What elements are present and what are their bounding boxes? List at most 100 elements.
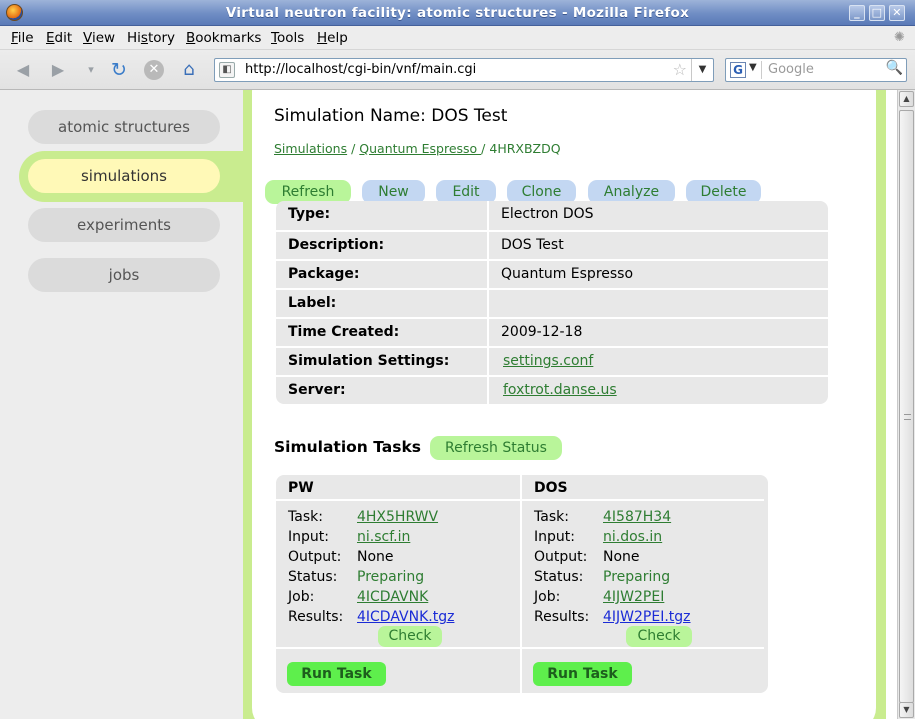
sidebar-item-experiments[interactable]: experiments (28, 208, 220, 242)
scroll-down-icon[interactable]: ▼ (899, 702, 914, 718)
column-divider (276, 647, 520, 649)
search-engine-selector[interactable]: G ▼ (728, 61, 762, 79)
input-value: ni.dos.in (603, 527, 662, 547)
run-task-button[interactable]: Run Task (287, 662, 386, 686)
field-label: Job: (288, 589, 315, 605)
menu-file-key: F (11, 30, 18, 46)
output-value: None (603, 549, 640, 565)
job-link[interactable]: 4IJW2PEI (603, 589, 664, 605)
scroll-grip (904, 414, 911, 420)
url-bar[interactable]: ◧ http://localhost/cgi-bin/vnf/main.cgi … (214, 58, 714, 82)
stop-icon[interactable]: ✕ (144, 60, 164, 80)
job-link[interactable]: 4ICDAVNK (357, 589, 428, 605)
sidebar-item-jobs[interactable]: jobs (28, 258, 220, 292)
check-button[interactable]: Check (378, 626, 442, 647)
input-link[interactable]: ni.dos.in (603, 529, 662, 545)
info-key: Simulation Settings: (276, 348, 489, 375)
menu-view-rest: iew (91, 30, 116, 46)
sidebar-item-simulations[interactable]: simulations (28, 159, 220, 193)
window-titlebar: Virtual neutron facility: atomic structu… (0, 0, 915, 26)
results-value: 4IJW2PEI.tgz (603, 607, 691, 627)
main-content: Simulation Name: DOS Test Simulations / … (252, 90, 876, 719)
menu-help-key: H (317, 30, 328, 46)
page-title: Simulation Name: DOS Test (274, 106, 508, 126)
field-label: Status: (534, 569, 584, 585)
settings-link[interactable]: settings.conf (503, 353, 593, 369)
input-link[interactable]: ni.scf.in (357, 529, 410, 545)
breadcrumb: Simulations / Quantum Espresso / 4HRXBZD… (274, 141, 561, 156)
task-column-header: DOS (522, 475, 764, 501)
url-dropdown-icon[interactable]: ▼ (691, 59, 713, 81)
results-link[interactable]: 4IJW2PEI.tgz (603, 609, 691, 625)
scroll-thumb[interactable] (899, 110, 914, 703)
run-task-button[interactable]: Run Task (533, 662, 632, 686)
info-value: settings.conf (491, 348, 593, 375)
engine-dropdown-icon: ▼ (749, 62, 757, 73)
simulation-info-table: Type: Electron DOS Description: DOS Test… (276, 201, 828, 404)
menu-tools[interactable]: Tools (271, 30, 304, 46)
breadcrumb-separator: / (481, 141, 486, 156)
breadcrumb-quantum-espresso[interactable]: Quantum Espresso (359, 141, 481, 156)
field-label: Input: (534, 529, 575, 545)
breadcrumb-simulations[interactable]: Simulations (274, 141, 347, 156)
menu-bookmarks[interactable]: Bookmarks (186, 30, 261, 46)
task-link[interactable]: 4HX5HRWV (357, 509, 438, 525)
menu-view-key: V (83, 30, 92, 46)
field-label: Output: (534, 549, 588, 565)
menu-bar: File Edit View History Bookmarks Tools H… (0, 26, 915, 50)
menu-file[interactable]: File (11, 30, 34, 46)
home-icon[interactable]: ⌂ (178, 59, 200, 81)
menu-tools-rest: ools (276, 30, 305, 46)
reload-icon[interactable]: ↻ (108, 59, 130, 81)
sidebar: atomic structures simulations experiment… (0, 90, 245, 719)
history-dropdown-icon[interactable]: ▾ (80, 59, 102, 81)
field-label: Task: (288, 509, 323, 525)
output-value: None (357, 549, 394, 565)
bookmark-star-icon[interactable]: ☆ (673, 60, 687, 79)
minimize-button[interactable]: _ (849, 5, 865, 21)
menu-edit[interactable]: Edit (46, 30, 72, 46)
info-key: Package: (276, 261, 489, 288)
info-row-time-created: Time Created: 2009-12-18 (276, 317, 828, 346)
info-value: 2009-12-18 (501, 324, 583, 340)
menu-history-key: s (140, 30, 148, 46)
forward-icon[interactable]: ▶ (47, 59, 69, 81)
back-icon[interactable]: ◀ (12, 59, 34, 81)
url-text[interactable]: http://localhost/cgi-bin/vnf/main.cgi (245, 62, 476, 77)
field-label: Input: (288, 529, 329, 545)
window-title: Virtual neutron facility: atomic structu… (225, 5, 690, 21)
search-bar[interactable]: G ▼ Google 🔍 (725, 58, 907, 82)
field-label: Task: (534, 509, 569, 525)
close-button[interactable]: ✕ (889, 5, 905, 21)
field-label: Status: (288, 569, 338, 585)
google-icon: G (730, 62, 746, 78)
results-value: 4ICDAVNK.tgz (357, 607, 454, 627)
search-icon[interactable]: 🔍 (886, 60, 903, 76)
vertical-scrollbar[interactable]: ▲ ▼ (897, 90, 915, 719)
scroll-up-icon[interactable]: ▲ (899, 91, 914, 107)
main-frame: Simulation Name: DOS Test Simulations / … (243, 90, 886, 719)
check-button[interactable]: Check (626, 626, 692, 647)
sidebar-item-atomic-structures[interactable]: atomic structures (28, 110, 220, 144)
menu-help[interactable]: Help (317, 30, 348, 46)
search-input[interactable]: Google (768, 62, 814, 77)
field-label: Job: (534, 589, 561, 605)
task-id-value: 4HX5HRWV (357, 507, 438, 527)
server-link[interactable]: foxtrot.danse.us (503, 382, 617, 398)
menu-view[interactable]: View (83, 30, 115, 46)
site-identity-icon[interactable]: ◧ (219, 62, 235, 78)
job-value: 4IJW2PEI (603, 587, 664, 607)
field-label: Results: (534, 609, 590, 625)
menu-history[interactable]: History (127, 30, 175, 46)
column-divider (522, 647, 764, 649)
breadcrumb-separator: / (351, 141, 356, 156)
task-link[interactable]: 4I587H34 (603, 509, 671, 525)
results-link[interactable]: 4ICDAVNK.tgz (357, 609, 454, 625)
refresh-status-button[interactable]: Refresh Status (430, 436, 562, 460)
task-column-header: PW (276, 475, 520, 501)
info-row-type: Type: Electron DOS (276, 201, 828, 230)
info-row-label: Label: (276, 288, 828, 317)
info-value: DOS Test (501, 237, 564, 253)
menu-edit-key: E (46, 30, 55, 46)
maximize-button[interactable]: □ (869, 5, 885, 21)
